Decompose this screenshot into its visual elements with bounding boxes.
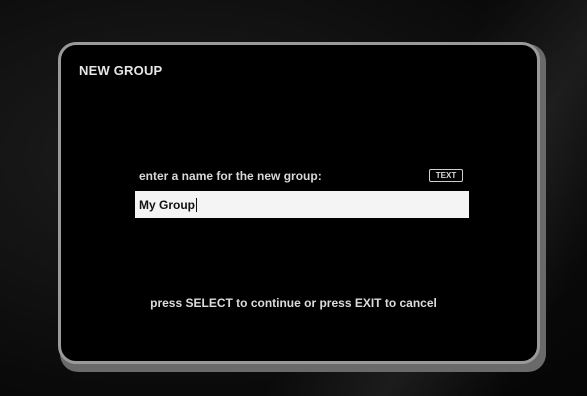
text-mode-badge: TEXT xyxy=(429,169,463,182)
new-group-dialog: NEW GROUP enter a name for the new group… xyxy=(58,42,540,364)
footer-hint: press SELECT to continue or press EXIT t… xyxy=(150,296,437,310)
group-name-value: My Group xyxy=(139,197,195,212)
group-name-prompt: enter a name for the new group: xyxy=(139,169,322,183)
group-name-input[interactable]: My Group xyxy=(135,191,469,218)
dialog-title: NEW GROUP xyxy=(79,63,163,78)
tv-screen: NEW GROUP enter a name for the new group… xyxy=(0,0,587,396)
text-caret xyxy=(196,197,197,212)
